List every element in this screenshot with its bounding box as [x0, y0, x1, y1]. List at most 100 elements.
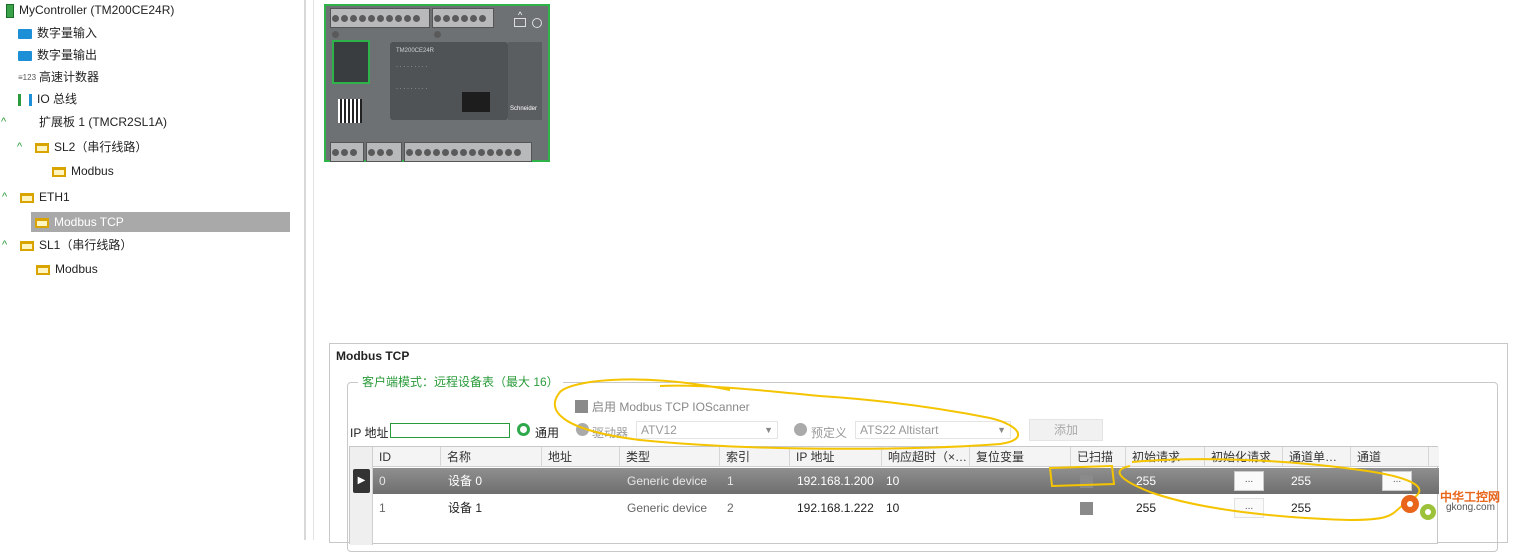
modbus-icon — [52, 166, 66, 177]
tree-node-expansion[interactable]: ^ 扩展板 1 (TMCR2SL1A) — [1, 112, 168, 132]
ethernet-port-highlight[interactable] — [332, 40, 370, 84]
modbus-icon — [36, 264, 50, 275]
watermark-url: gkong.com — [1446, 502, 1495, 513]
chevron-up-icon[interactable]: ^ — [2, 187, 12, 207]
checkbox-icon[interactable] — [575, 400, 588, 413]
divider — [313, 0, 314, 540]
col-type[interactable]: 类型 — [620, 447, 720, 467]
col-initial-request[interactable]: 初始请求 — [1126, 447, 1205, 467]
table-row[interactable]: 1 设备 1 Generic device 2 192.168.1.222 10… — [373, 495, 1439, 521]
enable-ioscanner-checkbox[interactable]: 启用 Modbus TCP IOScanner — [575, 398, 750, 415]
qr-code-icon — [338, 99, 362, 123]
init-request-button[interactable]: ... — [1234, 498, 1264, 518]
project-tree: MyController (TM200CE24R) 数字量输入 数字量输出 ≡1… — [0, 0, 304, 540]
cell-name[interactable]: 设备 1 — [448, 495, 482, 521]
tree-node-label: SL1（串行线路） — [39, 238, 133, 252]
table-row[interactable]: 0 设备 0 Generic device 1 192.168.1.200 10… — [373, 468, 1439, 494]
col-id[interactable]: ID — [373, 447, 441, 467]
predefined-select-value: ATS22 Altistart — [860, 423, 939, 437]
drive-select-value: ATV12 — [641, 423, 677, 437]
tree-node-label: MyController (TM200CE24R) — [19, 3, 175, 17]
serial-port-icon — [20, 240, 34, 251]
radio-generic[interactable] — [517, 423, 530, 436]
ip-address-label: IP 地址 — [350, 426, 389, 440]
col-reset-variable[interactable]: 复位变量 — [970, 447, 1071, 467]
cell-timeout[interactable]: 10 — [886, 495, 899, 521]
tree-node-label: Modbus TCP — [54, 215, 124, 229]
chevron-up-icon[interactable]: ^ — [2, 235, 12, 255]
tree-node-label: IO 总线 — [37, 92, 78, 106]
cell-initial-request[interactable]: 255 — [1136, 468, 1156, 494]
row-header-column — [350, 447, 373, 545]
init-request-button[interactable]: ... — [1234, 471, 1264, 491]
cell-index: 1 — [727, 474, 734, 488]
tree-node-modbus-sl1[interactable]: Modbus — [36, 259, 98, 279]
cell-ip[interactable]: 192.168.1.222 — [797, 495, 874, 521]
radio-drive[interactable] — [576, 423, 589, 436]
tree-node-counter[interactable]: ≡123 高速计数器 — [18, 67, 99, 87]
tree-node-label: 数字量输出 — [37, 48, 98, 62]
terminal-block-top-right — [432, 8, 494, 38]
terminal-block-bottom-2 — [366, 142, 402, 162]
col-channel-unit[interactable]: 通道单… — [1283, 447, 1351, 467]
table-header: ID 名称 地址 类型 索引 IP 地址 响应超时（×… 复位变量 已扫描 初始… — [373, 447, 1439, 467]
modbus-tcp-panel: Modbus TCP 客户端模式：远程设备表（最大 16） 启用 Modbus … — [329, 343, 1508, 552]
chevron-down-icon: ▼ — [764, 425, 773, 435]
chevron-up-icon[interactable]: ^ — [17, 137, 27, 157]
col-address[interactable]: 地址 — [542, 447, 620, 467]
tree-node-modbus-tcp[interactable]: Modbus TCP — [31, 212, 290, 232]
predefined-select[interactable]: ATS22 Altistart ▼ — [855, 421, 1011, 439]
io-bus-icon — [18, 93, 32, 106]
current-row-indicator-icon[interactable]: ▶ — [353, 469, 370, 493]
cell-type: Generic device — [627, 501, 708, 515]
serial-port-icon — [35, 142, 49, 153]
terminal-block-top-left — [330, 8, 430, 38]
tree-node-io-bus[interactable]: IO 总线 — [18, 89, 77, 109]
tree-node-label: ETH1 — [39, 190, 70, 204]
tree-node-digital-input[interactable]: 数字量输入 — [18, 23, 97, 43]
tree-node-label: 数字量输入 — [37, 26, 98, 40]
panel-title: Modbus TCP — [336, 349, 410, 363]
radio-predefined[interactable] — [794, 423, 807, 436]
cell-channel-unit[interactable]: 255 — [1291, 495, 1311, 521]
scanned-checkbox[interactable] — [1080, 502, 1093, 515]
col-name[interactable]: 名称 — [441, 447, 542, 467]
chevron-down-icon: ▼ — [997, 425, 1006, 435]
scanned-checkbox[interactable] — [1080, 475, 1093, 488]
cell-channel-unit[interactable]: 255 — [1291, 468, 1311, 494]
cell-name[interactable]: 设备 0 — [448, 468, 482, 494]
col-scanned[interactable]: 已扫描 — [1071, 447, 1126, 467]
tree-node-sl2[interactable]: ^ SL2（串行线路） — [17, 137, 147, 157]
cell-timeout[interactable]: 10 — [886, 468, 899, 494]
col-channel[interactable]: 通道 — [1351, 447, 1429, 467]
digital-input-icon — [18, 28, 32, 39]
chevron-up-icon[interactable]: ^ — [1, 112, 11, 132]
tree-node-label: Modbus — [55, 262, 98, 276]
col-timeout[interactable]: 响应超时（×… — [882, 447, 970, 467]
group-legend: 客户端模式：远程设备表（最大 16） — [358, 373, 563, 390]
splitter[interactable] — [304, 0, 306, 540]
drive-select[interactable]: ATV12 ▼ — [636, 421, 778, 439]
ip-address-input[interactable] — [390, 423, 510, 438]
tree-node-modbus-sl2[interactable]: Modbus — [52, 161, 114, 181]
tree-node-eth1[interactable]: ^ ETH1 — [2, 187, 70, 207]
cell-initial-request[interactable]: 255 — [1136, 495, 1156, 521]
checkbox-label: 启用 Modbus TCP IOScanner — [592, 400, 750, 414]
tree-node-sl1[interactable]: ^ SL1（串行线路） — [2, 235, 133, 255]
radio-drive-label: 驱动器 — [592, 426, 629, 440]
col-index[interactable]: 索引 — [720, 447, 790, 467]
controller-front-panel: TM200CE24R · · · · · · · · · · · · · · ·… — [390, 42, 508, 120]
controller-image[interactable]: ^ TM200CE24R · · · · · · · · · · · · · ·… — [324, 4, 550, 162]
counter-icon: ≡123 — [18, 72, 37, 82]
tree-node-label: 扩展板 1 (TMCR2SL1A) — [39, 115, 168, 129]
tree-node-controller[interactable]: MyController (TM200CE24R) — [6, 0, 174, 20]
cell-ip[interactable]: 192.168.1.200 — [797, 468, 874, 494]
tree-node-digital-output[interactable]: 数字量输出 — [18, 45, 97, 65]
terminal-block-bottom-1 — [330, 142, 364, 162]
ethernet-port-icon — [20, 192, 34, 203]
col-init-request[interactable]: 初始化请求 — [1205, 447, 1283, 467]
usb-port-icon — [514, 18, 526, 27]
settings-icon — [532, 18, 542, 28]
add-button[interactable]: 添加 — [1029, 419, 1103, 441]
col-ip[interactable]: IP 地址 — [790, 447, 882, 467]
